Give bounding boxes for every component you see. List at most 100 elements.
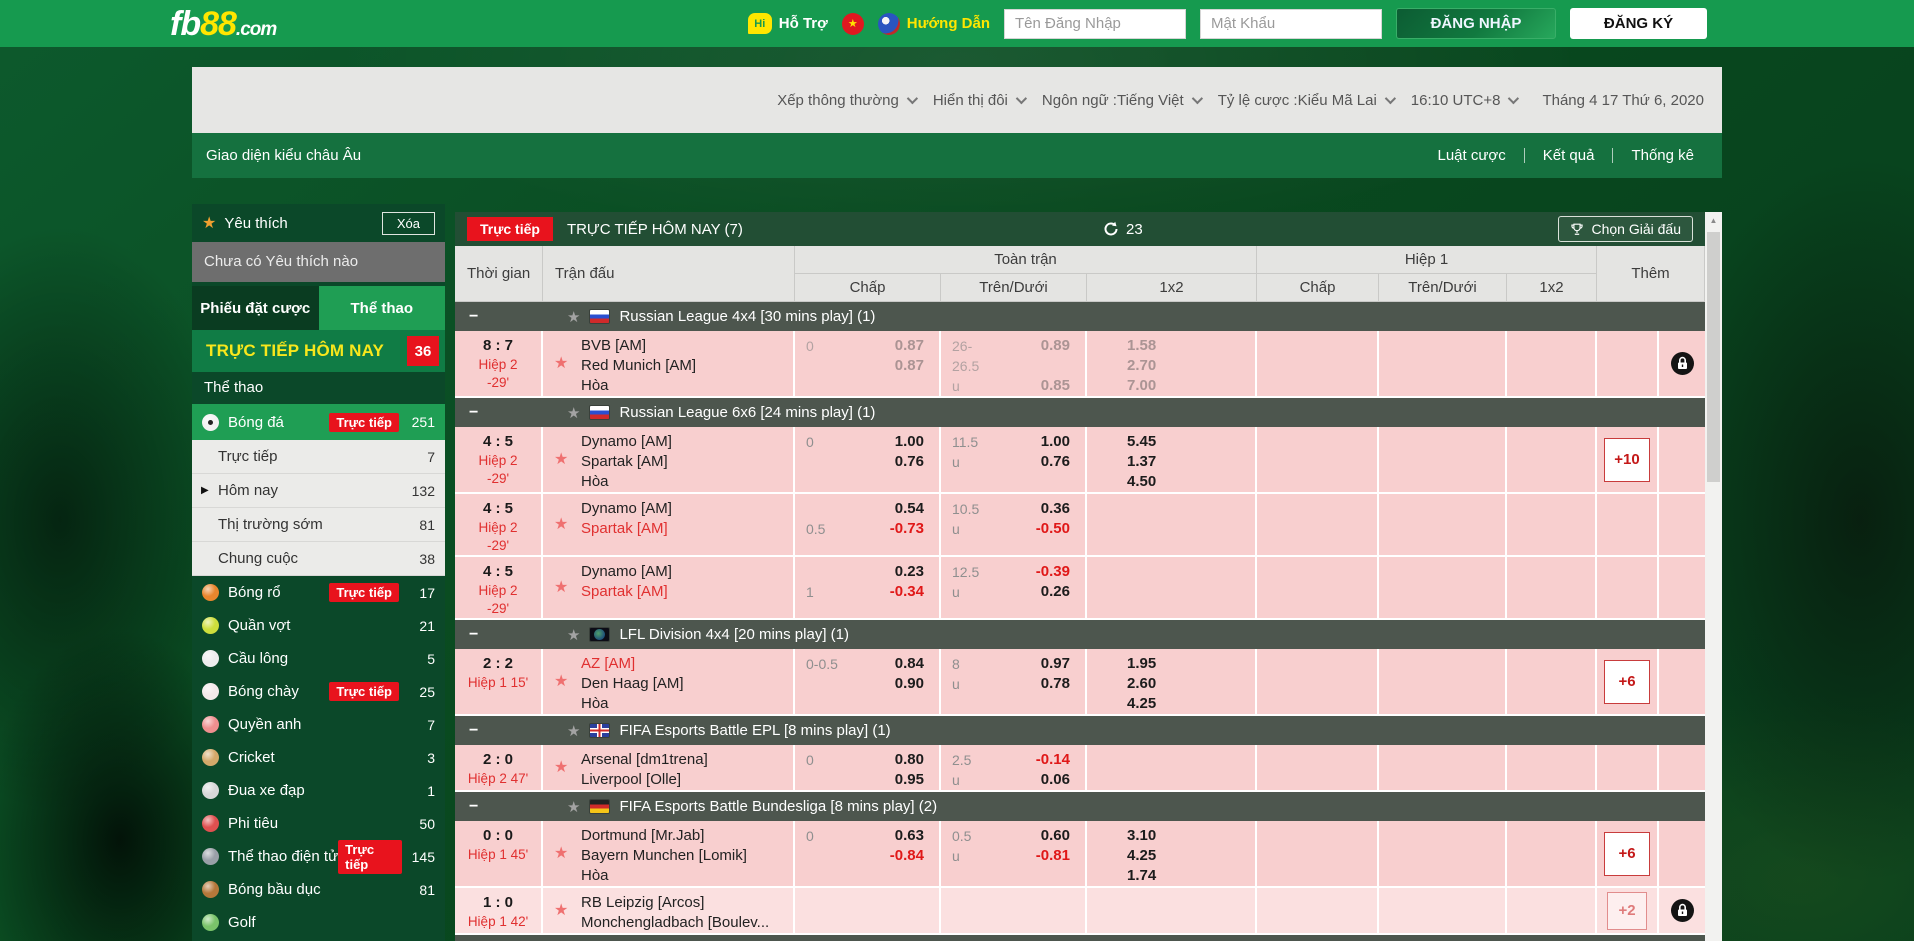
collapse-icon[interactable]: − (469, 404, 489, 422)
odds-value[interactable]: 1.95 (1087, 654, 1255, 674)
odds-value[interactable]: -0.50 (991, 519, 1085, 539)
clear-favorites-button[interactable]: Xóa (382, 212, 435, 235)
sidebar-live-today[interactable]: TRỰC TIẾP HÔM NAY 36 (192, 330, 445, 372)
match-favorite-star-icon[interactable]: ★ (554, 353, 568, 373)
match-favorite-star-icon[interactable]: ★ (554, 449, 568, 469)
choose-tournament-button[interactable]: Chọn Giải đấu (1558, 216, 1693, 242)
sidebar-item-sport[interactable]: Quyền anh7 (192, 708, 445, 741)
odds-value[interactable]: 2.60 (1087, 674, 1255, 694)
odds-value[interactable]: 0.23 (845, 562, 939, 582)
site-logo[interactable]: fb88.com (170, 7, 276, 41)
odds-value[interactable]: 0.76 (845, 452, 939, 472)
guide-link[interactable]: Hướng Dẫn (878, 13, 990, 35)
odds-value[interactable]: -0.84 (845, 846, 939, 866)
odds-value[interactable]: 0.54 (845, 499, 939, 519)
username-input[interactable] (1004, 9, 1186, 39)
live-filter-badge[interactable]: Trực tiếp (467, 217, 553, 241)
match-favorite-star-icon[interactable]: ★ (554, 843, 568, 863)
sidebar-item-sport[interactable]: Bóng chàyTrực tiếp25 (192, 675, 445, 708)
match-favorite-star-icon[interactable]: ★ (554, 577, 568, 597)
sidebar-item-sport[interactable]: Thể thao điện tửTrực tiếp145 (192, 840, 445, 873)
odds-value[interactable]: 0.87 (845, 336, 939, 356)
league-favorite-star-icon[interactable]: ★ (567, 404, 580, 422)
nav-link-1[interactable]: Kết quả (1525, 147, 1613, 164)
odds-value[interactable]: 7.00 (1087, 376, 1255, 396)
odds-value[interactable]: 0.89 (991, 336, 1085, 356)
match-favorite-star-icon[interactable]: ★ (554, 514, 568, 534)
more-markets-button[interactable]: +6 (1604, 660, 1650, 704)
odds-value[interactable]: 0.80 (845, 750, 939, 770)
odds-value[interactable]: 0.60 (991, 826, 1085, 846)
odds-value[interactable]: -0.34 (845, 582, 939, 602)
collapse-icon[interactable]: − (469, 798, 489, 816)
odds-value[interactable]: 1.00 (991, 432, 1085, 452)
odds-value[interactable]: -0.39 (991, 562, 1085, 582)
sidebar-item-sport[interactable]: Bóng bầu dục81 (192, 873, 445, 906)
collapse-icon[interactable]: − (469, 308, 489, 326)
more-markets-button[interactable]: +10 (1604, 438, 1650, 482)
football-sub-item[interactable]: Thị trường sớm81 (192, 508, 445, 542)
odds-value[interactable]: 0.97 (991, 654, 1085, 674)
league-favorite-star-icon[interactable]: ★ (567, 798, 580, 816)
sidebar-item-sport[interactable]: Cầu lông5 (192, 642, 445, 675)
odds-value[interactable]: 0.90 (845, 674, 939, 694)
odds-value[interactable]: 4.25 (1087, 694, 1255, 714)
odds-value[interactable]: 0.85 (991, 376, 1085, 396)
settings-dropdown[interactable]: Hiển thị đôi (933, 92, 1024, 109)
register-button[interactable]: ĐĂNG KÝ (1570, 8, 1707, 39)
odds-value[interactable]: 1.37 (1087, 452, 1255, 472)
settings-dropdown[interactable]: Ngôn ngữ :Tiếng Việt (1042, 92, 1200, 109)
odds-value[interactable]: 0.06 (991, 770, 1085, 790)
password-input[interactable] (1200, 9, 1382, 39)
odds-value[interactable]: 0.87 (845, 356, 939, 376)
odds-value[interactable]: 0.36 (991, 499, 1085, 519)
nav-link-0[interactable]: Luật cược (1419, 147, 1523, 164)
collapse-icon[interactable]: − (469, 722, 489, 740)
odds-value[interactable]: 1.58 (1087, 336, 1255, 356)
login-button[interactable]: ĐĂNG NHẬP (1396, 8, 1556, 39)
match-favorite-star-icon[interactable]: ★ (554, 900, 568, 920)
league-favorite-star-icon[interactable]: ★ (567, 626, 580, 644)
more-markets-button[interactable]: +2 (1607, 892, 1647, 930)
odds-value[interactable]: 0.78 (991, 674, 1085, 694)
more-markets-button[interactable]: +6 (1604, 832, 1650, 876)
odds-value[interactable]: -0.73 (845, 519, 939, 539)
odds-value[interactable]: 0.84 (845, 654, 939, 674)
scrollbar-up-arrow[interactable]: ▲ (1705, 212, 1722, 229)
settings-dropdown[interactable]: Tỷ lệ cược :Kiểu Mã Lai (1218, 92, 1393, 109)
odds-value[interactable]: 1.74 (1087, 866, 1255, 886)
refresh-control[interactable]: 23 (1103, 221, 1143, 238)
nav-link-2[interactable]: Thống kê (1613, 147, 1712, 164)
sidebar-item-sport[interactable]: Đua xe đạp1 (192, 774, 445, 807)
tab-bet-slip[interactable]: Phiếu đặt cược (192, 286, 319, 330)
sidebar-item-football[interactable]: Bóng đá Trực tiếp 251 (192, 404, 445, 440)
odds-value[interactable]: 0.63 (845, 826, 939, 846)
odds-value[interactable]: -0.14 (991, 750, 1085, 770)
scrollbar-thumb[interactable] (1707, 232, 1720, 482)
tab-sports[interactable]: Thể thao (319, 286, 446, 330)
league-favorite-star-icon[interactable]: ★ (567, 308, 580, 326)
sidebar-item-sport[interactable]: Bóng rổTrực tiếp17 (192, 576, 445, 609)
odds-value[interactable]: 0.76 (991, 452, 1085, 472)
odds-value[interactable]: 1.00 (845, 432, 939, 452)
football-sub-item[interactable]: ▶Hôm nay132 (192, 474, 445, 508)
odds-value[interactable]: 4.25 (1087, 846, 1255, 866)
football-sub-item[interactable]: Trực tiếp7 (192, 440, 445, 474)
league-favorite-star-icon[interactable]: ★ (567, 722, 580, 740)
odds-value[interactable]: 2.70 (1087, 356, 1255, 376)
settings-dropdown[interactable]: 16:10 UTC+8 (1411, 92, 1517, 109)
match-favorite-star-icon[interactable]: ★ (554, 671, 568, 691)
odds-value[interactable]: -0.81 (991, 846, 1085, 866)
sidebar-item-sport[interactable]: Phi tiêu50 (192, 807, 445, 840)
scrollbar[interactable]: ▲ (1705, 212, 1722, 941)
sidebar-item-sport[interactable]: Quần vợt21 (192, 609, 445, 642)
odds-value[interactable]: 4.50 (1087, 472, 1255, 492)
vietnam-flag-icon[interactable]: ★ (842, 13, 864, 35)
odds-value[interactable]: 0.95 (845, 770, 939, 790)
odds-value[interactable]: 0.26 (991, 582, 1085, 602)
sidebar-item-sport[interactable]: Cricket3 (192, 741, 445, 774)
support-link[interactable]: Hi Hỗ Trợ (748, 13, 828, 34)
odds-value[interactable]: 3.10 (1087, 826, 1255, 846)
settings-dropdown[interactable]: Xếp thông thường (777, 92, 915, 109)
sidebar-item-sport[interactable]: Golf (192, 906, 445, 939)
